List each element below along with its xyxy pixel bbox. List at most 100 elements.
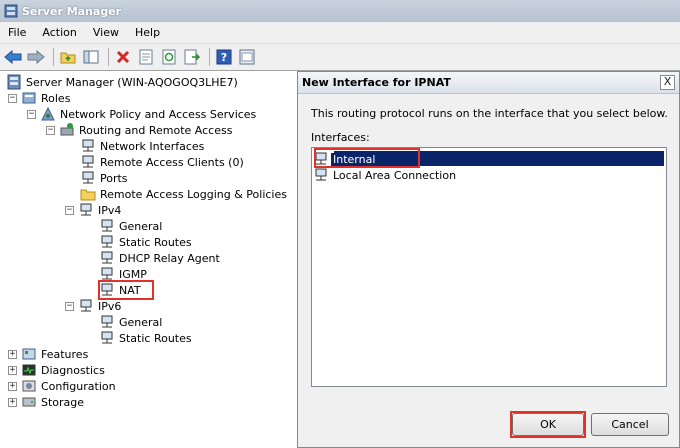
features-icon xyxy=(22,348,36,360)
toolbar-separator xyxy=(53,48,54,66)
tree-label: DHCP Relay Agent xyxy=(119,251,220,265)
network-clients-icon xyxy=(82,155,94,168)
tree-label: General xyxy=(119,219,163,233)
routing-icon xyxy=(60,123,74,136)
toolbar-separator xyxy=(108,48,109,66)
dialog-title: New Interface for IPNAT xyxy=(302,76,451,89)
collapse-toggle[interactable]: − xyxy=(65,205,74,215)
tree-label: Server Manager (WIN-AQOGOQ3LHE7) xyxy=(26,75,238,89)
server-manager-icon xyxy=(7,74,21,90)
tree-item-logging[interactable]: Remote Access Logging & Policies xyxy=(80,186,288,202)
tree-label: Roles xyxy=(41,91,71,105)
ports-icon xyxy=(82,171,94,184)
expand-toggle[interactable]: + xyxy=(8,365,17,375)
protocol-icon xyxy=(101,331,113,344)
collapse-toggle[interactable]: − xyxy=(8,93,17,103)
back-icon[interactable] xyxy=(3,47,23,67)
configuration-icon xyxy=(22,380,36,392)
menu-bar: File Action View Help xyxy=(0,22,680,43)
tree-label: IPv6 xyxy=(98,299,122,313)
close-icon[interactable]: X xyxy=(660,75,675,90)
tree-label: Configuration xyxy=(41,379,116,393)
delete-icon[interactable] xyxy=(113,47,133,67)
tree-item-ipv4-static-routes[interactable]: Static Routes xyxy=(99,234,193,250)
protocol-icon xyxy=(80,299,92,312)
toolbar: ? xyxy=(0,43,680,71)
show-hide-tree-icon[interactable] xyxy=(81,47,101,67)
tree-item-npas[interactable]: − Network Policy and Access Services xyxy=(27,106,257,122)
interface-name: Local Area Connection xyxy=(333,168,457,182)
help-icon[interactable]: ? xyxy=(214,47,234,67)
nat-highlight-box xyxy=(98,280,154,300)
dialog-titlebar: New Interface for IPNAT xyxy=(298,72,679,94)
tree-label: Routing and Remote Access xyxy=(79,123,233,137)
tree-item-ipv6-static-routes[interactable]: Static Routes xyxy=(99,330,193,346)
tree-label: Static Routes xyxy=(119,331,192,345)
collapse-toggle[interactable]: − xyxy=(46,125,55,135)
interfaces-list[interactable]: Internal Local Area Connection xyxy=(311,147,667,387)
internal-highlight-box xyxy=(314,148,420,168)
window-title: Server Manager xyxy=(22,4,122,18)
cancel-button[interactable]: Cancel xyxy=(591,413,669,436)
export-list-icon[interactable] xyxy=(182,47,202,67)
folder-icon xyxy=(80,189,96,201)
menu-file[interactable]: File xyxy=(0,26,34,39)
tree-item-dhcp-relay[interactable]: DHCP Relay Agent xyxy=(99,250,221,266)
network-policy-icon xyxy=(41,106,55,121)
forward-icon[interactable] xyxy=(26,47,46,67)
menu-action[interactable]: Action xyxy=(34,26,84,39)
tree-item-ipv4-general[interactable]: General xyxy=(99,218,163,234)
tree-item-features[interactable]: + Features xyxy=(8,346,89,362)
tree-label: Network Policy and Access Services xyxy=(60,107,257,121)
menu-view[interactable]: View xyxy=(85,26,127,39)
tree-label: IPv4 xyxy=(98,203,122,217)
tree-item-ipv4[interactable]: − IPv4 xyxy=(65,202,122,218)
console-tree: Server Manager (WIN-AQOGOQ3LHE7) − Roles… xyxy=(0,71,295,448)
collapse-toggle[interactable]: − xyxy=(27,109,36,119)
tree-label: Remote Access Clients (0) xyxy=(100,155,244,169)
tree-item-storage[interactable]: + Storage xyxy=(8,394,85,410)
diagnostics-icon xyxy=(22,364,36,376)
tree-item-rras[interactable]: − Routing and Remote Access xyxy=(46,122,233,138)
tree-item-ipv6[interactable]: − IPv6 xyxy=(65,298,122,314)
protocol-icon xyxy=(101,251,113,264)
expand-toggle[interactable]: + xyxy=(8,349,17,359)
storage-icon xyxy=(22,397,36,407)
network-interface-icon xyxy=(315,168,327,181)
protocol-icon xyxy=(101,219,113,232)
tree-item-ports[interactable]: Ports xyxy=(80,170,129,186)
refresh-icon[interactable] xyxy=(159,47,179,67)
network-interface-icon xyxy=(82,139,94,152)
tree-label: Features xyxy=(41,347,89,361)
dialog-description: This routing protocol runs on the interf… xyxy=(311,107,668,120)
ok-highlight-box xyxy=(510,411,586,438)
tree-label: Network Interfaces xyxy=(100,139,205,153)
console-icon[interactable] xyxy=(237,47,257,67)
expand-toggle[interactable]: + xyxy=(8,381,17,391)
menu-help[interactable]: Help xyxy=(127,26,168,39)
tree-item-ipv6-general[interactable]: General xyxy=(99,314,163,330)
tree-label: Diagnostics xyxy=(41,363,105,377)
tree-item-configuration[interactable]: + Configuration xyxy=(8,378,117,394)
tree-item-network-interfaces[interactable]: Network Interfaces xyxy=(80,138,205,154)
protocol-icon xyxy=(101,315,113,328)
protocol-icon xyxy=(80,203,92,216)
tree-item-diagnostics[interactable]: + Diagnostics xyxy=(8,362,106,378)
interfaces-label: Interfaces: xyxy=(311,131,370,144)
tree-label: Remote Access Logging & Policies xyxy=(100,187,287,201)
window-titlebar: Server Manager xyxy=(0,0,680,22)
tree-item-roles[interactable]: − Roles xyxy=(8,90,71,106)
tree-label: Storage xyxy=(41,395,85,409)
protocol-icon xyxy=(101,235,113,248)
tree-label: General xyxy=(119,315,163,329)
tree-label: Static Routes xyxy=(119,235,192,249)
svg-text:?: ? xyxy=(221,51,227,64)
tree-label: IGMP xyxy=(119,267,147,281)
tree-item-remote-access-clients[interactable]: Remote Access Clients (0) xyxy=(80,154,245,170)
tree-item-server-manager[interactable]: Server Manager (WIN-AQOGOQ3LHE7) xyxy=(6,74,239,90)
expand-toggle[interactable]: + xyxy=(8,397,17,407)
up-folder-icon[interactable] xyxy=(58,47,78,67)
properties-icon[interactable] xyxy=(136,47,156,67)
interface-item-local-area-connection[interactable]: Local Area Connection xyxy=(314,167,458,183)
collapse-toggle[interactable]: − xyxy=(65,301,74,311)
